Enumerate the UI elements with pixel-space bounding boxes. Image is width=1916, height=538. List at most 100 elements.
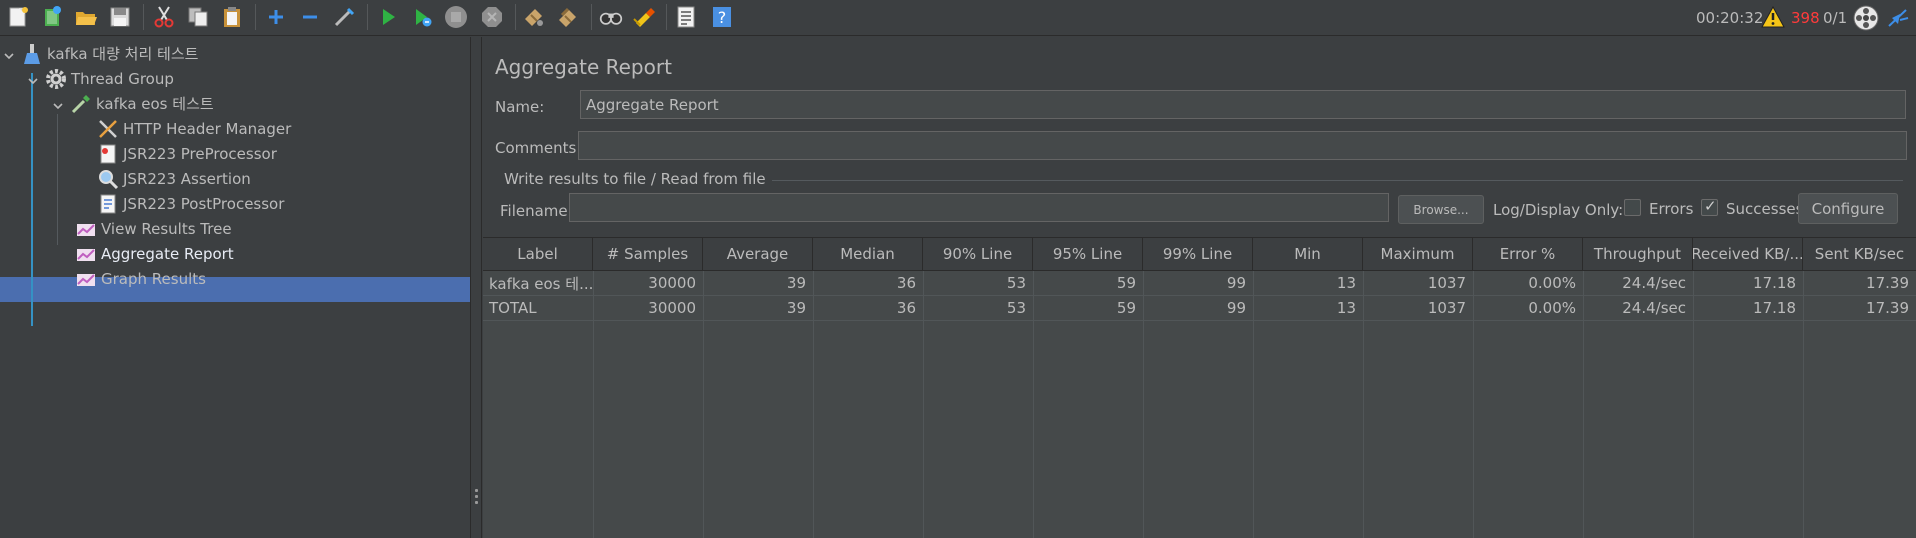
tree-node-label: View Results Tree — [101, 219, 232, 238]
chevron-down-icon[interactable] — [3, 48, 15, 60]
column-header[interactable]: Label — [483, 238, 593, 270]
table-row[interactable]: kafka eos 테... 30000 39 36 53 59 99 13 1… — [483, 271, 1916, 296]
svg-text:?: ? — [718, 8, 727, 27]
clear-icon[interactable] — [522, 5, 546, 29]
function-helper-icon[interactable] — [674, 5, 698, 29]
tree-node-sampler[interactable]: kafka eos 테스트 — [52, 91, 214, 116]
results-table: Label # Samples Average Median 90% Line … — [483, 237, 1916, 538]
tree-node-jsr223-postprocessor[interactable]: JSR223 PostProcessor — [97, 191, 284, 216]
help-icon[interactable]: ? — [710, 5, 734, 29]
open-icon[interactable] — [74, 5, 98, 29]
tree-node-graph-results[interactable]: Graph Results — [75, 266, 206, 291]
column-header[interactable]: Sent KB/sec — [1803, 238, 1916, 270]
tree-node-label: JSR223 PreProcessor — [123, 144, 277, 163]
tree-node-label: HTTP Header Manager — [123, 119, 292, 138]
page-title: Aggregate Report — [495, 55, 672, 79]
copy-icon[interactable] — [186, 5, 210, 29]
listener-chart-icon — [75, 268, 97, 290]
table-row[interactable]: TOTAL 30000 39 36 53 59 99 13 1037 0.00%… — [483, 296, 1916, 321]
column-header[interactable]: 90% Line — [923, 238, 1033, 270]
tree-node-jsr223-assertion[interactable]: JSR223 Assertion — [97, 166, 251, 191]
column-header[interactable]: 95% Line — [1033, 238, 1143, 270]
active-threads: 0/1 — [1823, 9, 1848, 27]
table-cell: 30000 — [648, 274, 696, 292]
paste-icon[interactable] — [220, 5, 244, 29]
start-icon[interactable] — [376, 5, 400, 29]
tree-guide-line — [31, 73, 33, 326]
templates-icon[interactable] — [40, 5, 64, 29]
tree-node-thread-group[interactable]: Thread Group — [27, 66, 174, 91]
tree-node-http-header-manager[interactable]: HTTP Header Manager — [97, 116, 291, 141]
tree-guide-line — [57, 114, 58, 245]
toolbar-separator — [666, 4, 667, 30]
test-plan-tree: kafka 대량 처리 테스트 Thread Group kafka eos 테… — [0, 37, 470, 538]
column-header[interactable]: Min — [1253, 238, 1363, 270]
column-header[interactable]: 99% Line — [1143, 238, 1253, 270]
toggle-icon[interactable] — [332, 5, 356, 29]
listener-chart-icon — [75, 243, 97, 265]
filename-field[interactable] — [569, 193, 1389, 222]
table-cell: 17.18 — [1753, 274, 1796, 292]
table-cell: 24.4/sec — [1622, 299, 1686, 317]
chevron-down-icon[interactable] — [27, 73, 39, 85]
table-cell: 17.39 — [1866, 299, 1909, 317]
tree-node-label: JSR223 Assertion — [123, 169, 251, 188]
expand-icon[interactable] — [264, 5, 288, 29]
warning-icon[interactable] — [1761, 6, 1785, 28]
table-cell: TOTAL — [489, 299, 537, 317]
log-viewer-icon[interactable] — [1886, 6, 1910, 30]
toolbar-separator — [143, 4, 144, 30]
postprocessor-icon — [97, 193, 119, 215]
column-header[interactable]: Error % — [1473, 238, 1583, 270]
chevron-down-icon[interactable] — [52, 98, 64, 110]
tree-node-view-results-tree[interactable]: View Results Tree — [75, 216, 232, 241]
browse-button[interactable]: Browse... — [1398, 195, 1484, 224]
errors-label: Errors — [1649, 200, 1694, 218]
collapse-icon[interactable] — [298, 5, 322, 29]
pipette-sampler-icon — [70, 93, 92, 115]
column-header[interactable]: Median — [813, 238, 923, 270]
listener-chart-icon — [75, 218, 97, 240]
table-cell: 59 — [1116, 274, 1136, 292]
preprocessor-icon — [97, 143, 119, 165]
comments-label: Comments: — [495, 139, 582, 157]
table-cell: 39 — [786, 299, 806, 317]
name-label: Name: — [495, 98, 545, 116]
new-icon[interactable] — [6, 5, 30, 29]
column-header[interactable]: Maximum — [1363, 238, 1473, 270]
error-count[interactable]: 398 — [1791, 9, 1820, 27]
toolbar-separator — [515, 4, 516, 30]
column-header[interactable]: Throughput — [1583, 238, 1693, 270]
table-cell: 99 — [1226, 299, 1246, 317]
successes-checkbox[interactable] — [1701, 197, 1718, 216]
tree-node-jsr223-preprocessor[interactable]: JSR223 PreProcessor — [97, 141, 277, 166]
tree-node-test-plan[interactable]: kafka 대량 처리 테스트 — [3, 41, 198, 66]
cut-icon[interactable] — [152, 5, 176, 29]
configure-button[interactable]: Configure — [1798, 193, 1898, 224]
table-cell: 24.4/sec — [1622, 274, 1686, 292]
name-field[interactable]: Aggregate Report — [580, 90, 1906, 119]
reset-search-icon[interactable] — [632, 5, 656, 29]
shutdown-icon[interactable] — [480, 5, 504, 29]
start-no-pause-icon[interactable] — [410, 5, 434, 29]
table-cell: 13 — [1336, 274, 1356, 292]
group-border — [743, 180, 1903, 181]
column-header[interactable]: Received KB/... — [1693, 238, 1803, 270]
errors-checkbox[interactable] — [1624, 199, 1641, 216]
table-header: Label # Samples Average Median 90% Line … — [483, 238, 1916, 271]
search-icon[interactable] — [597, 5, 625, 29]
save-icon[interactable] — [108, 5, 132, 29]
table-cell: kafka eos 테... — [489, 274, 593, 293]
comments-field[interactable] — [578, 131, 1907, 160]
clear-all-icon[interactable] — [556, 5, 580, 29]
column-header[interactable]: # Samples — [593, 238, 703, 270]
column-header[interactable]: Average — [703, 238, 813, 270]
pane-splitter[interactable] — [470, 37, 482, 538]
table-cell: 1037 — [1427, 274, 1466, 292]
tree-node-aggregate-report[interactable]: Aggregate Report — [75, 241, 234, 266]
aggregate-report-panel: Aggregate Report Name: Aggregate Report … — [483, 37, 1916, 538]
stop-icon[interactable] — [444, 5, 468, 29]
splitter-grip[interactable] — [475, 489, 478, 507]
toolbar-separator — [591, 4, 592, 30]
table-cell: 36 — [896, 299, 916, 317]
